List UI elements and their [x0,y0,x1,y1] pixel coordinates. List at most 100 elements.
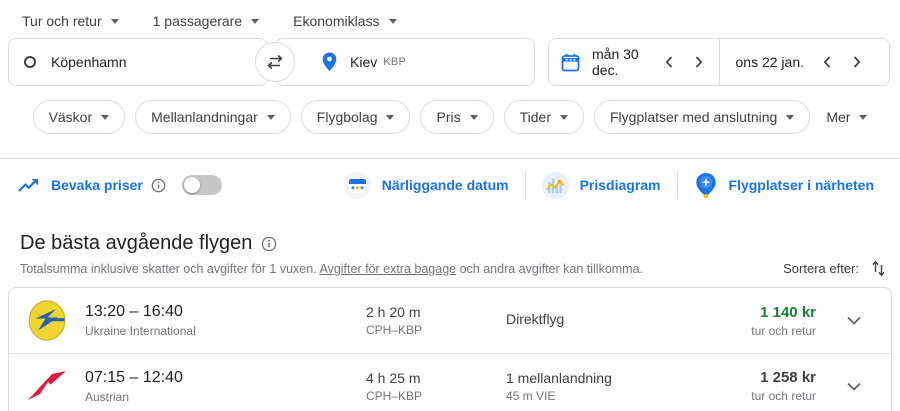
info-icon[interactable] [261,236,277,252]
flight-row-austrian[interactable]: 07:15 – 12:40 Austrian 4 h 25 m CPH–KBP … [9,353,891,411]
passengers-label: 1 passagerare [153,13,243,29]
cabin-class-label: Ekonomiklass [293,13,379,29]
cabin-class-dropdown[interactable]: Ekonomiklass [293,13,396,29]
origin-field[interactable]: Köpenhamn [8,38,268,86]
expand-flight-cell[interactable] [816,316,891,325]
caret-down-icon [560,115,568,120]
expand-flight-cell[interactable] [816,382,891,391]
caret-down-icon [111,19,119,24]
filter-chip-baggage[interactable]: Väskor [33,100,126,134]
results-heading-row: De bästa avgående flygen [20,232,900,255]
flight-times: 07:15 – 12:40 [85,369,366,387]
flight-route: CPH–KBP [366,389,506,403]
chevron-down-icon [847,316,861,325]
austrian-logo [27,370,67,402]
origin-ring-icon [24,56,36,68]
track-prices-group: Bevaka priser [18,175,222,195]
flight-duration: 4 h 25 m [366,370,506,386]
extra-baggage-fees-link[interactable]: Avgifter för extra bagage [319,262,456,276]
track-prices-toggle[interactable] [182,175,222,195]
caret-down-icon [386,115,394,120]
track-prices-label: Bevaka priser [51,177,143,193]
flight-price-cell: 1 258 kr tur och retur [721,369,816,403]
price-disclaimer: Totalsumma inklusive skatter och avgifte… [20,262,643,276]
filter-chip-times[interactable]: Tider [504,100,584,134]
departure-date-half: mån 30 dec. [561,46,719,78]
trip-type-dropdown[interactable]: Tur och retur [22,13,119,29]
destination-airport-code: KBP [383,56,406,68]
departure-date-value[interactable]: mån 30 dec. [592,46,663,78]
chip-label: Tider [520,109,551,125]
airline-name: Austrian [85,390,366,404]
destination-field[interactable]: Kiev KBP [275,38,535,86]
flight-times-cell: 13:20 – 16:40 Ukraine International [85,303,366,338]
return-date-steppers [821,54,863,70]
chevron-right-icon [853,56,861,68]
search-row: Köpenhamn Kiev KBP [8,38,892,86]
caret-down-icon [786,115,794,120]
colorful-calendar-icon [344,172,371,199]
departure-date-steppers [663,54,705,70]
return-date-value[interactable]: ons 22 jan. [736,54,805,70]
return-date-next-button[interactable] [851,54,863,70]
tools-row: Bevaka priser [0,159,900,211]
results-heading: De bästa avgående flygen [20,232,252,255]
departure-date-next-button[interactable] [693,54,705,70]
flight-price: 1 140 kr [721,304,816,321]
flight-stops-detail: 45 m VIE [506,389,721,403]
filter-chip-stops[interactable]: Mellanlandningar [135,100,291,134]
filter-more-dropdown[interactable]: Mer [826,109,867,125]
nearby-dates-button[interactable]: Närliggande datum [328,172,525,199]
sort-arrows-icon [871,260,886,277]
chevron-down-icon [847,382,861,391]
flight-route: CPH–KBP [366,323,506,337]
trip-options-bar: Tur och retur 1 passagerare Ekonomiklass [0,0,900,29]
disclaimer-prefix: Totalsumma inklusive skatter och avgifte… [20,262,319,276]
flight-duration: 2 h 20 m [366,304,506,320]
filter-chip-connecting-airports[interactable]: Flygplatser med anslutning [594,100,810,134]
trending-up-icon [18,178,39,193]
flight-price-cell: 1 140 kr tur och retur [721,304,816,338]
swap-origin-destination-button[interactable] [255,42,295,82]
passengers-dropdown[interactable]: 1 passagerare [153,13,260,29]
flight-times: 13:20 – 16:40 [85,303,366,321]
filter-chip-price[interactable]: Pris [420,100,493,134]
calendar-icon [561,53,580,72]
nearby-dates-label: Närliggande datum [382,177,509,193]
flight-times-cell: 07:15 – 12:40 Austrian [85,369,366,404]
trip-type-label: Tur och retur [22,13,102,29]
nearby-airports-label: Flygplatser i närheten [729,177,874,193]
filter-chip-airlines[interactable]: Flygbolag [301,100,411,134]
destination-value: Kiev [350,54,377,70]
location-pin-icon [322,52,337,72]
info-icon[interactable] [151,178,166,193]
airline-logo-cell [9,370,85,402]
price-graph-button[interactable]: Prisdiagram [526,172,677,199]
departure-date-previous-button[interactable] [663,54,675,70]
flight-stops: Direktflyg [506,311,721,327]
date-range-field: mån 30 dec. ons 22 jan. [548,38,890,86]
ukraine-international-logo [28,300,66,341]
origin-value: Köpenhamn [51,54,127,70]
airline-name: Ukraine International [85,324,366,338]
caret-down-icon [101,115,109,120]
flight-stops-cell: 1 mellanlandning 45 m VIE [506,370,721,403]
chevron-left-icon [665,56,673,68]
caret-down-icon [389,19,397,24]
tool-buttons-group: Närliggande datum Prisdiagram [328,172,890,199]
airline-logo-cell [9,300,85,341]
flight-price-note: tur och retur [721,324,816,338]
sort-label: Sortera efter: [783,261,859,276]
flight-price-note: tur och retur [721,389,816,403]
flight-duration-cell: 4 h 25 m CPH–KBP [366,370,506,403]
bar-chart-icon [542,172,569,199]
chip-label: Mellanlandningar [151,109,258,125]
chevron-left-icon [823,56,831,68]
caret-down-icon [251,19,259,24]
flight-stops-cell: Direktflyg [506,311,721,330]
sort-control[interactable]: Sortera efter: [783,260,886,277]
nearby-airports-button[interactable]: Flygplatser i närheten [678,172,890,199]
return-date-previous-button[interactable] [821,54,833,70]
flight-row-ukraine-international[interactable]: 13:20 – 16:40 Ukraine International 2 h … [9,288,891,353]
chevron-right-icon [695,56,703,68]
